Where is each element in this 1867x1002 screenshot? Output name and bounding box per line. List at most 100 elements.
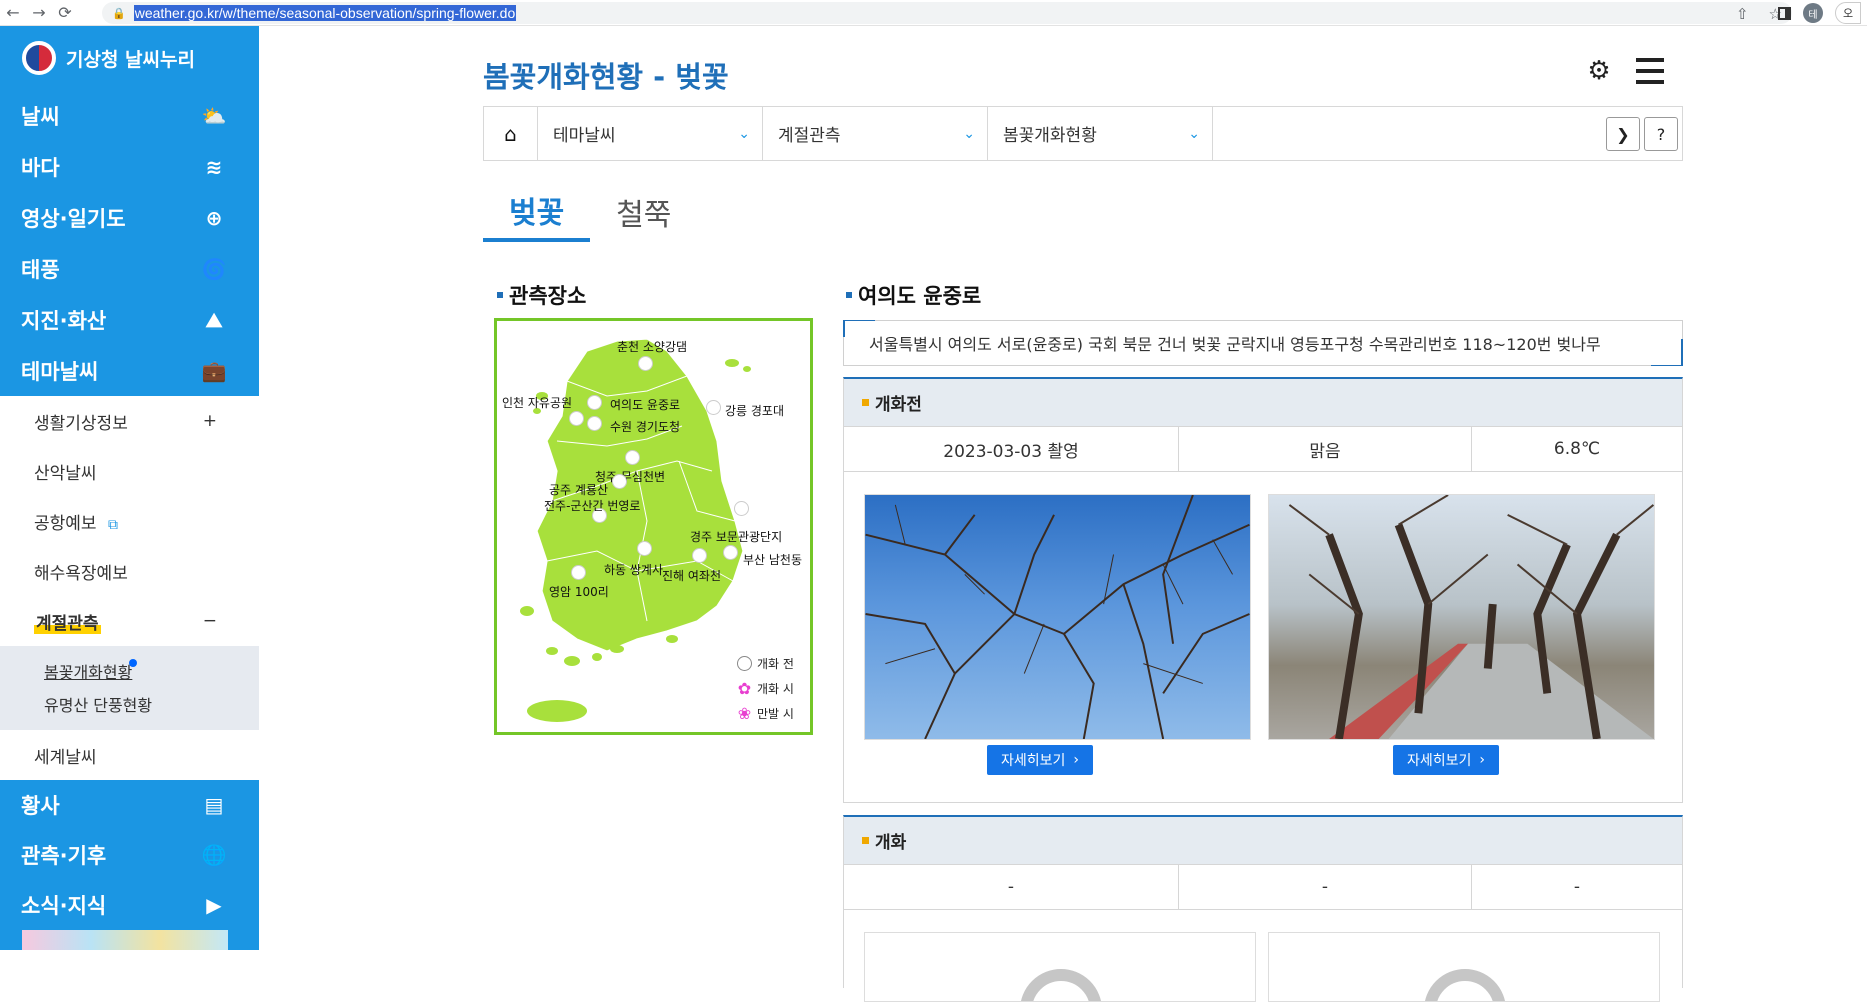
location-marker[interactable] bbox=[637, 541, 652, 556]
expand-icon[interactable]: + bbox=[203, 411, 217, 431]
gear-icon[interactable]: ⚙ bbox=[1584, 56, 1614, 86]
photo-date: - bbox=[844, 865, 1179, 909]
location-marker[interactable] bbox=[569, 411, 584, 426]
breadcrumb-dropdown-season[interactable]: 계절관측 ⌄ bbox=[763, 107, 988, 160]
menu-item-label: 날씨 bbox=[21, 104, 60, 129]
map-location-label[interactable]: 강릉 경포대 bbox=[725, 402, 784, 419]
photo-placeholder bbox=[1268, 932, 1660, 1002]
chevron-down-icon: ⌄ bbox=[963, 125, 975, 142]
map-location-label[interactable]: 여의도 윤중로 bbox=[610, 396, 680, 413]
home-icon[interactable]: ⌂ bbox=[484, 107, 538, 160]
menu-item-typhoon[interactable]: 태풍 🌀 bbox=[0, 243, 259, 294]
breadcrumb: ⌂ 테마날씨 ⌄ 계절관측 ⌄ 봄꽃개화현황 ⌄ ❯ ? bbox=[483, 106, 1683, 161]
location-marker[interactable] bbox=[734, 501, 749, 516]
location-marker[interactable] bbox=[625, 450, 640, 465]
brand-name: 기상청 날씨누리 bbox=[66, 48, 195, 71]
map-location-label[interactable]: 하동 쌍계사 bbox=[604, 561, 663, 578]
map-location-label[interactable]: 영암 100리 bbox=[549, 583, 609, 600]
detail-heading: 여의도 윤중로 bbox=[846, 280, 981, 310]
view-detail-button[interactable]: 자세히보기 › bbox=[987, 745, 1093, 775]
earthquake-icon: ⛰ bbox=[205, 307, 223, 332]
bullet-square bbox=[862, 399, 869, 406]
card-header: 개화 bbox=[844, 817, 1682, 864]
third-item-spring-flower[interactable]: 봄꽃개화현황 bbox=[0, 654, 259, 687]
breadcrumb-dropdown-theme[interactable]: 테마날씨 ⌄ bbox=[538, 107, 763, 160]
map-location-label[interactable]: 수원 경기도청 bbox=[610, 418, 680, 435]
breadcrumb-label: 계절관측 bbox=[778, 126, 841, 146]
profile-avatar[interactable]: 테 bbox=[1803, 3, 1823, 23]
play-icon: ▶ bbox=[206, 893, 222, 917]
side-panel-icon[interactable] bbox=[1778, 6, 1791, 20]
cherry-path-photo[interactable] bbox=[1268, 494, 1655, 740]
sub-item-beach-forecast[interactable]: 해수욕장예보 bbox=[0, 546, 259, 596]
breadcrumb-dropdown-flower[interactable]: 봄꽃개화현황 ⌄ bbox=[988, 107, 1213, 160]
back-icon[interactable]: ← bbox=[0, 0, 26, 26]
detail-heading-text: 여의도 윤중로 bbox=[858, 284, 982, 308]
collapse-icon[interactable]: − bbox=[203, 611, 217, 631]
location-marker[interactable] bbox=[587, 416, 602, 431]
menu-item-earthquake[interactable]: 지진·화산 ⛰ bbox=[0, 294, 259, 345]
sidebar: 기상청 날씨누리 날씨 ⛅ 바다 ≋ 영상·일기도 ⊕ 태풍 🌀 지진·화산 ⛰… bbox=[0, 26, 259, 988]
location-marker[interactable] bbox=[571, 565, 586, 580]
url-text[interactable]: weather.go.kr/w/theme/seasonal-observati… bbox=[133, 5, 517, 21]
map-location-label[interactable]: 부산 남천동 bbox=[743, 551, 802, 568]
map-location-label[interactable]: 인천 자유공원 bbox=[502, 394, 572, 411]
map-location-label[interactable]: 전주-군산간 번영로 bbox=[544, 497, 640, 514]
location-marker[interactable] bbox=[638, 356, 653, 371]
menu-item-label: 태풍 bbox=[21, 257, 60, 282]
forward-icon[interactable]: → bbox=[26, 0, 52, 26]
temperature-value: - bbox=[1573, 877, 1581, 897]
theme-submenu: 생활기상정보 + 산악날씨 공항예보 ⧉ 해수욕장예보 계절관측 − 봄꽃개화현… bbox=[0, 396, 259, 780]
promo-banner[interactable] bbox=[22, 930, 228, 950]
menu-item-climate[interactable]: 관측·기후 🌐 bbox=[0, 830, 259, 880]
sub-item-mountain-weather[interactable]: 산악날씨 bbox=[0, 446, 259, 496]
menu-item-label: 지진·화산 bbox=[21, 308, 107, 333]
third-item-autumn-leaves[interactable]: 유명산 단풍현황 bbox=[0, 687, 259, 720]
tab-cherry-blossom[interactable]: 벚꽃 bbox=[483, 182, 591, 242]
dust-icon: ▤ bbox=[204, 793, 224, 817]
sub-item-world-weather[interactable]: 세계날씨 bbox=[0, 730, 259, 780]
menu-item-theme-weather[interactable]: 테마날씨 💼 bbox=[0, 345, 259, 396]
brand-logo-link[interactable]: 기상청 날씨누리 bbox=[0, 26, 259, 90]
location-marker[interactable] bbox=[706, 400, 721, 415]
menu-item-label: 황사 bbox=[21, 794, 60, 818]
map-location-label[interactable]: 춘천 소양강댐 bbox=[617, 338, 687, 355]
menu-item-sea[interactable]: 바다 ≋ bbox=[0, 141, 259, 192]
help-button[interactable]: ? bbox=[1644, 117, 1678, 151]
tree-lined-road-image bbox=[1288, 495, 1654, 739]
photo-gallery bbox=[844, 910, 1682, 1002]
satellite-icon: ⊕ bbox=[205, 205, 223, 230]
sub-item-life-weather[interactable]: 생활기상정보 + bbox=[0, 396, 259, 446]
menu-item-satellite[interactable]: 영상·일기도 ⊕ bbox=[0, 192, 259, 243]
legend-label: 개화 시 bbox=[757, 682, 794, 696]
sub-item-seasonal-observation[interactable]: 계절관측 − bbox=[0, 596, 259, 646]
address-bar[interactable]: 🔒 weather.go.kr/w/theme/seasonal-observa… bbox=[102, 2, 1792, 24]
map-location-label[interactable]: 공주 계룡산 bbox=[549, 481, 608, 498]
sun-cloud-icon: ⛅ bbox=[201, 103, 227, 128]
location-marker[interactable] bbox=[587, 395, 602, 410]
new-badge-dot bbox=[129, 659, 137, 667]
menu-item-weather[interactable]: 날씨 ⛅ bbox=[0, 90, 259, 141]
hamburger-menu-icon[interactable] bbox=[1636, 58, 1664, 84]
briefcase-icon: 💼 bbox=[201, 358, 227, 383]
reload-icon[interactable]: ⟳ bbox=[52, 0, 78, 26]
loading-ring-icon bbox=[1020, 969, 1102, 1001]
bullet-square bbox=[846, 292, 852, 298]
menu-item-news[interactable]: 소식·지식 ▶ bbox=[0, 880, 259, 930]
location-marker[interactable] bbox=[692, 548, 707, 563]
lock-icon: 🔒 bbox=[112, 6, 126, 20]
sub-item-airport-forecast[interactable]: 공항예보 ⧉ bbox=[0, 496, 259, 546]
share-icon[interactable]: ❯ bbox=[1606, 117, 1640, 151]
share-page-icon[interactable]: ⇧ bbox=[1736, 5, 1749, 23]
location-marker[interactable] bbox=[612, 474, 627, 489]
map-location-label[interactable]: 진해 여좌천 bbox=[662, 567, 721, 584]
tab-azalea[interactable]: 철쭉 bbox=[590, 182, 697, 242]
view-detail-button[interactable]: 자세히보기 › bbox=[1393, 745, 1499, 775]
browser-menu-button[interactable]: 오 bbox=[1835, 2, 1861, 24]
menu-item-yellow-dust[interactable]: 황사 ▤ bbox=[0, 780, 259, 830]
breadcrumb-label: 테마날씨 bbox=[553, 126, 616, 146]
chevron-down-icon: ⌄ bbox=[738, 125, 750, 142]
map-location-label[interactable]: 경주 보문관광단지 bbox=[690, 528, 782, 545]
cherry-tree-photo[interactable] bbox=[864, 494, 1251, 740]
location-marker[interactable] bbox=[723, 545, 738, 560]
